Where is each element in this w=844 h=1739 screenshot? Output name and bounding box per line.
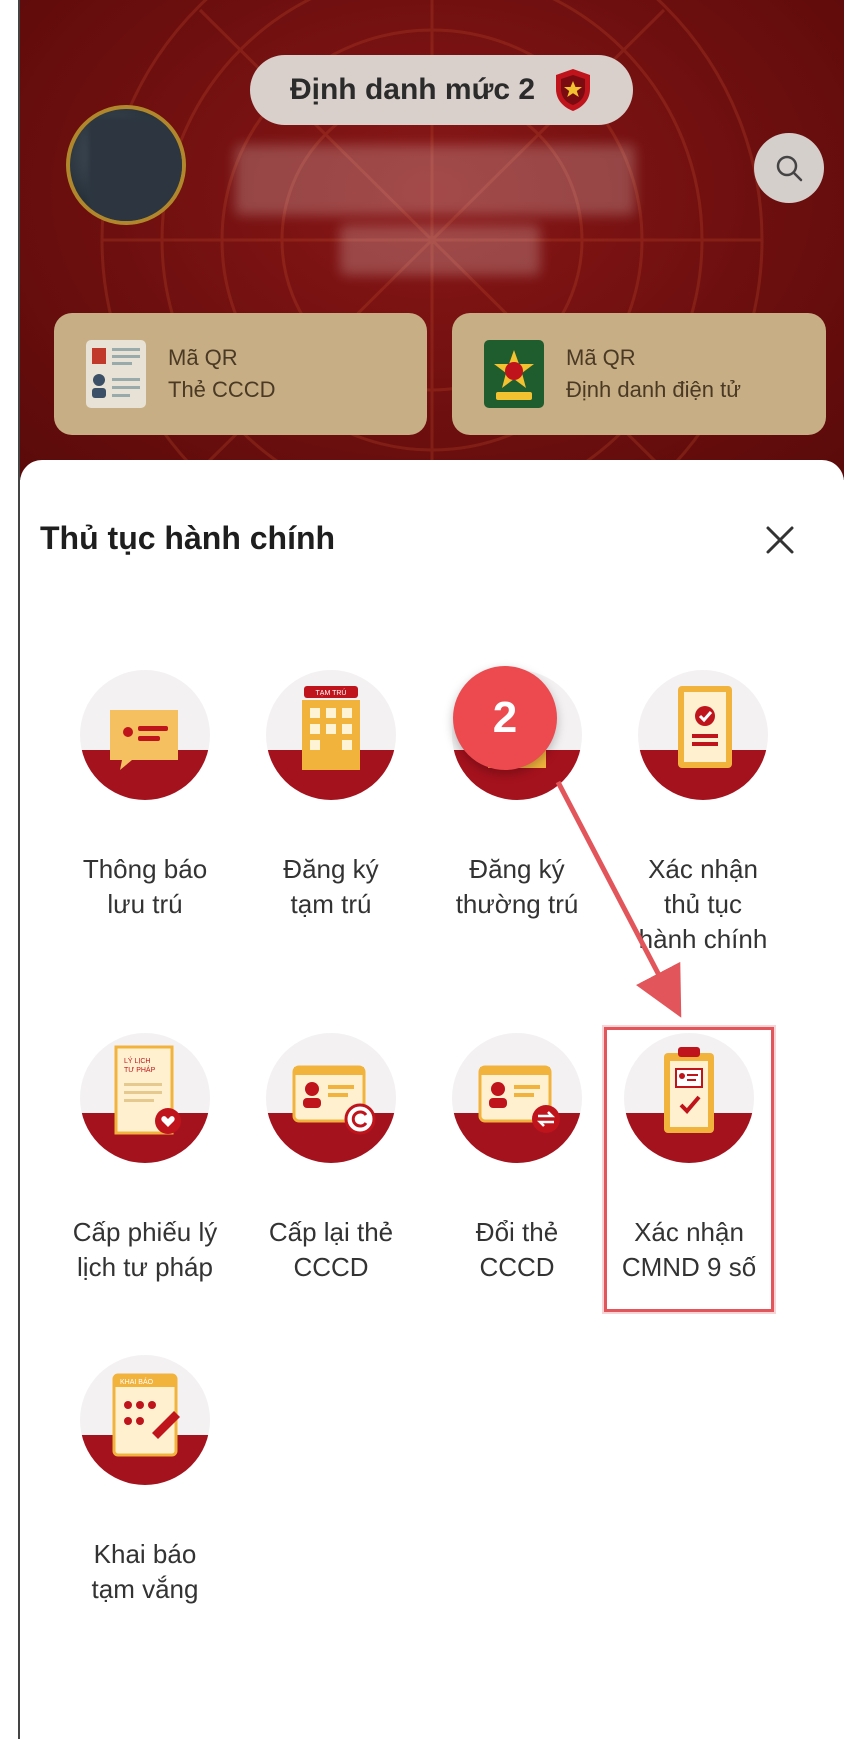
qr-cccd-card[interactable]: Mã QR Thẻ CCCD (54, 313, 427, 435)
citizen-id-card-icon (86, 340, 146, 408)
tile-temporary-residence[interactable]: TẠM TRÚ Đăng ký tạm trú (236, 670, 426, 922)
tile-reissue-cccd[interactable]: Cấp lại thẻ CCCD (236, 1033, 426, 1285)
tile-label: Cấp phiếu lý lịch tư pháp (72, 1217, 218, 1282)
tile-label: Đăng ký tạm trú (283, 854, 379, 919)
judicial-record-heading-1: LÝ LỊCH (124, 1056, 150, 1065)
tile-label: Đổi thẻ CCCD (475, 1217, 559, 1282)
tile-label: Đăng ký thường trú (455, 854, 579, 919)
sheet-title: Thủ tục hành chính (40, 520, 336, 556)
police-shield-icon (556, 69, 591, 111)
search-icon (776, 155, 803, 182)
profile-header: Định danh mức 2 Mã QR Thẻ CCCD Mã QR Địn… (20, 0, 844, 480)
qr-cccd-line1: Mã QR (168, 345, 238, 370)
reissue-card-icon (266, 1033, 396, 1163)
absence-form-heading: KHAI BÁO (120, 1377, 154, 1386)
qr-electronic-id-line1: Mã QR (566, 345, 636, 370)
tile-label: Cấp lại thẻ CCCD (268, 1217, 394, 1282)
identity-level-badge[interactable]: Định danh mức 2 (250, 55, 633, 125)
user-id-redacted (340, 225, 540, 275)
residence-notice-icon (80, 670, 210, 800)
tile-exchange-cccd[interactable]: Đổi thẻ CCCD (422, 1033, 612, 1285)
highlight-box (604, 1027, 774, 1312)
confirm-document-icon (638, 670, 768, 800)
building-icon: TẠM TRÚ (266, 670, 396, 800)
step-number-badge: 2 (453, 666, 557, 770)
judicial-record-heading-2: TƯ PHÁP (124, 1065, 156, 1074)
tile-temporary-absence[interactable]: KHAI BÁO Khai báo tạm vắng (50, 1355, 240, 1607)
judicial-record-icon: LÝ LỊCH TƯ PHÁP (80, 1033, 210, 1163)
tile-label: Khai báo tạm vắng (91, 1539, 199, 1604)
qr-cccd-line2: Thẻ CCCD (168, 377, 276, 402)
app-screen: Định danh mức 2 Mã QR Thẻ CCCD Mã QR Địn… (20, 0, 844, 1739)
police-emblem-icon (484, 340, 544, 408)
tile-confirm-procedure[interactable]: Xác nhận thủ tục hành chính (608, 670, 798, 957)
identity-level-label: Định danh mức 2 (289, 73, 536, 106)
close-icon[interactable] (758, 518, 802, 562)
qr-electronic-id-card[interactable]: Mã QR Định danh điện tử (452, 313, 826, 435)
tile-judicial-record[interactable]: LÝ LỊCH TƯ PHÁP Cấp phiếu lý lịch tư phá… (50, 1033, 240, 1285)
tile-label: Xác nhận thủ tục hành chính (638, 854, 768, 954)
tile-label: Thông báo lưu trú (82, 854, 208, 919)
user-name-redacted (235, 145, 635, 215)
avatar[interactable] (66, 105, 186, 225)
exchange-card-icon (452, 1033, 582, 1163)
absence-declaration-icon: KHAI BÁO (80, 1355, 210, 1485)
qr-electronic-id-line2: Định danh điện tử (566, 377, 741, 402)
search-button[interactable] (754, 133, 824, 203)
temp-residence-sign: TẠM TRÚ (316, 688, 347, 697)
tile-residence-notice[interactable]: Thông báo lưu trú (50, 670, 240, 922)
